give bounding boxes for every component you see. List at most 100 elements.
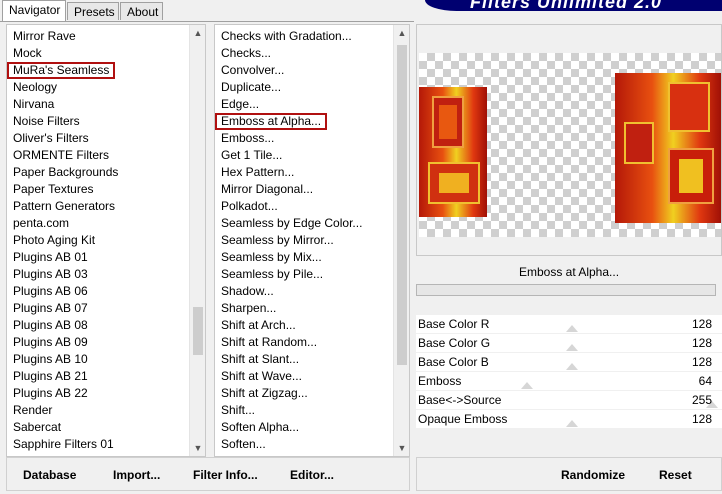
- parameter-row[interactable]: Base Color R 128: [416, 315, 722, 334]
- filter-progress-bar: [416, 284, 716, 296]
- slider-thumb-icon[interactable]: [566, 325, 578, 332]
- parameter-value: 128: [691, 412, 712, 426]
- tab-presets[interactable]: Presets: [67, 2, 119, 20]
- filter-list-item[interactable]: Shadow...: [215, 283, 362, 300]
- category-list-item[interactable]: Plugins AB 21: [7, 368, 118, 385]
- filter-list-item[interactable]: Shift at Slant...: [215, 351, 362, 368]
- category-list-item[interactable]: Mirror Rave: [7, 28, 118, 45]
- parameter-row[interactable]: Opaque Emboss 128: [416, 410, 722, 429]
- category-list[interactable]: Mirror Rave Mock MuRa's Seamless Neology Nir…: [6, 24, 206, 457]
- filter-list-item[interactable]: Shift at Zigzag...: [215, 385, 362, 402]
- category-list-item[interactable]: Photo Aging Kit: [7, 232, 118, 249]
- category-list-item[interactable]: Sapphire Filters 01: [7, 436, 118, 453]
- slider-thumb-icon[interactable]: [566, 420, 578, 427]
- category-list-item[interactable]: Plugins AB 08: [7, 317, 118, 334]
- app-banner: Filters Unlimited 2.0: [425, 0, 722, 11]
- randomize-button[interactable]: Randomize: [561, 468, 625, 482]
- tab-divider: [0, 21, 414, 22]
- filter-list-item[interactable]: Polkadot...: [215, 198, 362, 215]
- filter-list-item[interactable]: Emboss at Alpha...: [215, 113, 328, 130]
- filter-list-item[interactable]: Duplicate...: [215, 79, 362, 96]
- filter-list-item[interactable]: Seamless by Mix...: [215, 249, 362, 266]
- preview-panel: [416, 24, 722, 256]
- filter-list-item[interactable]: Shift...: [215, 402, 362, 419]
- category-list-item[interactable]: Render: [7, 402, 118, 419]
- category-list-item[interactable]: Plugins AB 01: [7, 249, 118, 266]
- filter-list-item[interactable]: Seamless by Mirror...: [215, 232, 362, 249]
- category-list-item[interactable]: Plugins AB 06: [7, 283, 118, 300]
- category-list-item[interactable]: ORMENTE Filters: [7, 147, 118, 164]
- editor-button[interactable]: Editor...: [290, 468, 334, 482]
- filter-list-item[interactable]: Shift at Random...: [215, 334, 362, 351]
- category-list-item[interactable]: Neology: [7, 79, 118, 96]
- category-scrollbar[interactable]: ▲ ▼: [189, 25, 205, 456]
- filter-info-button[interactable]: Filter Info...: [193, 468, 258, 482]
- category-list-item[interactable]: Plugins AB 09: [7, 334, 118, 351]
- filter-list-item[interactable]: Checks with Gradation...: [215, 28, 362, 45]
- right-button-bar: Randomize Reset: [416, 457, 722, 491]
- filter-list-item[interactable]: Mirror Diagonal...: [215, 181, 362, 198]
- tab-navigator[interactable]: Navigator: [2, 0, 66, 22]
- filter-scrollbar[interactable]: ▲ ▼: [393, 25, 409, 456]
- filter-scroll-thumb[interactable]: [397, 45, 407, 365]
- category-scroll-thumb[interactable]: [193, 307, 203, 355]
- category-list-item[interactable]: penta.com: [7, 215, 118, 232]
- category-list-item[interactable]: Plugins AB 22: [7, 385, 118, 402]
- scroll-down-icon[interactable]: ▼: [190, 440, 205, 456]
- filter-list-item[interactable]: Edge...: [215, 96, 362, 113]
- category-list-item[interactable]: Paper Backgrounds: [7, 164, 118, 181]
- parameter-label: Base<->Source: [418, 393, 502, 407]
- category-list-item[interactable]: Nirvana: [7, 96, 118, 113]
- category-list-item[interactable]: Paper Textures: [7, 181, 118, 198]
- filter-list-item[interactable]: Soften...: [215, 436, 362, 453]
- parameter-value: 64: [698, 374, 712, 388]
- parameter-label: Emboss: [418, 374, 462, 388]
- parameter-row[interactable]: Emboss 64: [416, 372, 722, 391]
- filter-list-item[interactable]: Convolver...: [215, 62, 362, 79]
- slider-thumb-icon[interactable]: [521, 382, 533, 389]
- filter-list-item[interactable]: Sharpen...: [215, 300, 362, 317]
- banner-title: Filters Unlimited 2.0: [470, 0, 663, 11]
- parameter-label: Base Color G: [418, 336, 491, 350]
- filter-list-item[interactable]: Seamless by Pile...: [215, 266, 362, 283]
- category-list-item[interactable]: Sabercat: [7, 419, 118, 436]
- database-button[interactable]: Database: [23, 468, 76, 482]
- selected-filter-title: Emboss at Alpha...: [416, 261, 722, 283]
- reset-button[interactable]: Reset: [659, 468, 692, 482]
- parameter-label: Base Color R: [418, 317, 490, 331]
- tab-about[interactable]: About: [120, 2, 163, 20]
- filter-list-item[interactable]: Hex Pattern...: [215, 164, 362, 181]
- category-list-item[interactable]: Plugins AB 10: [7, 351, 118, 368]
- category-list-item[interactable]: MuRa's Seamless: [7, 62, 116, 79]
- category-list-item[interactable]: Oliver's Filters: [7, 130, 118, 147]
- parameter-label: Base Color B: [418, 355, 489, 369]
- category-list-item[interactable]: Mock: [7, 45, 118, 62]
- slider-thumb-icon[interactable]: [566, 344, 578, 351]
- scroll-down-icon[interactable]: ▼: [394, 440, 409, 456]
- category-list-item[interactable]: Pattern Generators: [7, 198, 118, 215]
- parameter-list: Base Color R 128 Base Color G 128 Base Color…: [416, 315, 722, 429]
- parameter-row[interactable]: Base Color G 128: [416, 334, 722, 353]
- slider-thumb-icon[interactable]: [566, 363, 578, 370]
- category-list-item[interactable]: Plugins AB 03: [7, 266, 118, 283]
- filter-list[interactable]: Checks with Gradation... Checks... Convolv…: [214, 24, 410, 457]
- filter-list-item[interactable]: Checks...: [215, 45, 362, 62]
- scroll-up-icon[interactable]: ▲: [190, 25, 205, 41]
- parameter-row[interactable]: Base<->Source 255: [416, 391, 722, 410]
- parameter-row[interactable]: Base Color B 128: [416, 353, 722, 372]
- filter-list-item[interactable]: Emboss...: [215, 130, 362, 147]
- category-list-item[interactable]: Plugins AB 07: [7, 300, 118, 317]
- tab-bar: Navigator Presets About: [0, 0, 420, 22]
- scroll-up-icon[interactable]: ▲: [394, 25, 409, 41]
- filter-list-item[interactable]: Shift at Wave...: [215, 368, 362, 385]
- category-list-item[interactable]: Noise Filters: [7, 113, 118, 130]
- parameter-value: 128: [691, 355, 712, 369]
- filter-list-item[interactable]: Seamless by Edge Color...: [215, 215, 362, 232]
- preview-canvas[interactable]: [419, 53, 721, 237]
- left-button-bar: Database Import... Filter Info... Editor…: [6, 457, 410, 491]
- filter-list-item[interactable]: Soften Alpha...: [215, 419, 362, 436]
- filter-list-item[interactable]: Get 1 Tile...: [215, 147, 362, 164]
- filter-list-item[interactable]: Shift at Arch...: [215, 317, 362, 334]
- import-button[interactable]: Import...: [113, 468, 160, 482]
- preview-image: [419, 73, 721, 223]
